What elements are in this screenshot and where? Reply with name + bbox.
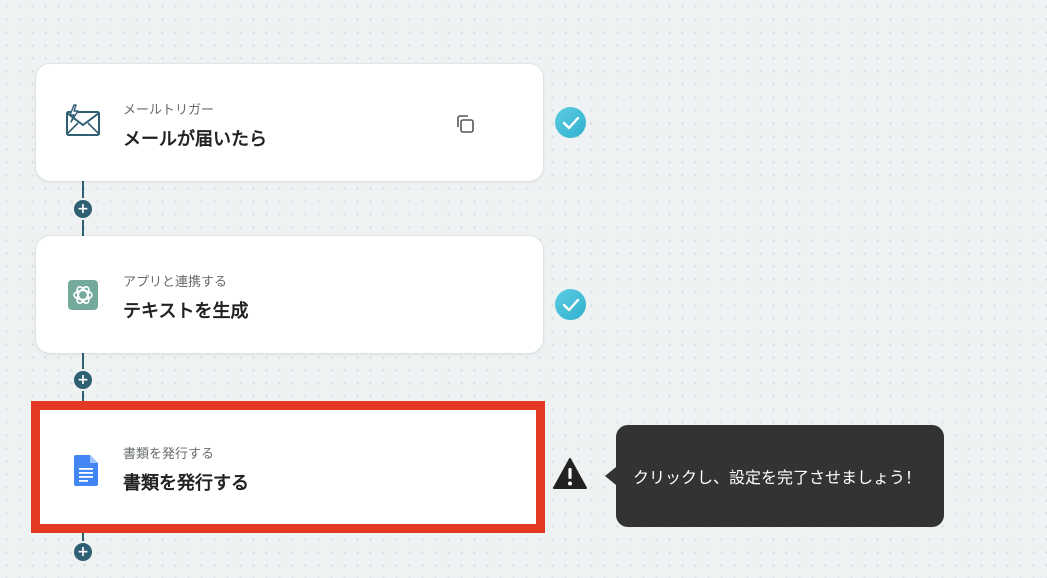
step-title: メールが届いたら	[123, 129, 267, 150]
flow-step-issue-document[interactable]: 書類を発行する 書類を発行する	[31, 401, 545, 533]
tooltip-text: クリックし、設定を完了させましょう！	[633, 468, 922, 487]
warning-icon	[552, 457, 588, 491]
add-step-button[interactable]: +	[74, 200, 92, 218]
step-title: テキストを生成	[123, 301, 249, 322]
setup-hint-tooltip: クリックし、設定を完了させましょう！	[605, 425, 944, 527]
flow-step-mail-trigger[interactable]: メールトリガー メールが届いたら	[36, 64, 543, 181]
add-step-button[interactable]: +	[74, 371, 92, 389]
add-step-button[interactable]: +	[74, 543, 92, 561]
flow-step-generate-text[interactable]: アプリと連携する テキストを生成	[36, 236, 543, 353]
step-title: 書類を発行する	[123, 473, 249, 494]
google-docs-icon	[67, 451, 105, 489]
openai-icon	[64, 276, 102, 314]
mail-trigger-icon	[64, 104, 102, 142]
step-subtitle: 書類を発行する	[123, 447, 215, 462]
copy-icon[interactable]	[454, 113, 476, 135]
step-subtitle: メールトリガー	[123, 103, 215, 118]
status-check-icon	[555, 107, 586, 138]
step-subtitle: アプリと連携する	[123, 275, 228, 290]
status-check-icon	[555, 289, 586, 320]
